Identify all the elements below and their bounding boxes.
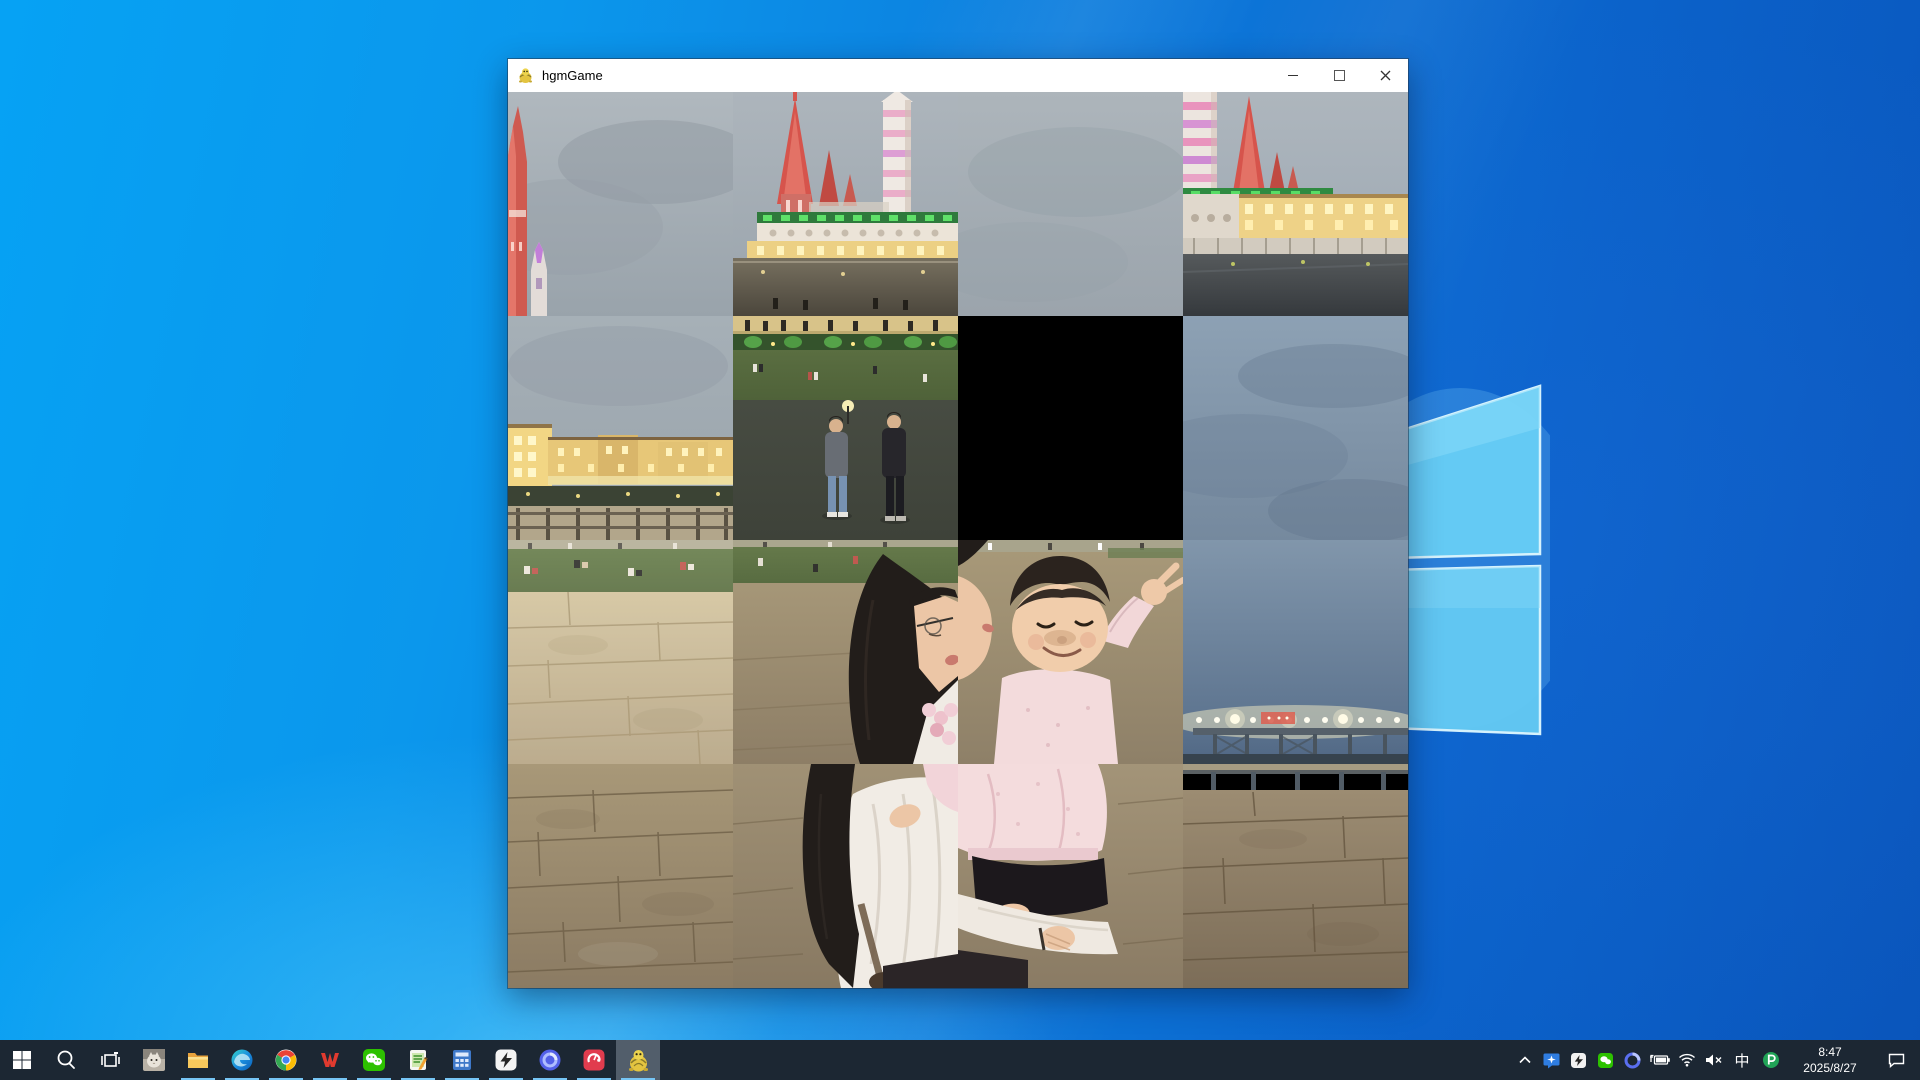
tray-lightning-app[interactable] <box>1565 1040 1592 1080</box>
file-explorer-icon <box>186 1048 210 1072</box>
sliding-puzzle-board <box>508 92 1408 988</box>
pinned-wps-office[interactable] <box>308 1040 352 1080</box>
lightning-tray-icon <box>1570 1052 1587 1069</box>
blue-star-icon <box>1543 1052 1560 1069</box>
tile-r1c1-plaza-two-people[interactable] <box>733 316 958 540</box>
notes-app-icon <box>406 1048 430 1072</box>
pinned-file-explorer[interactable] <box>176 1040 220 1080</box>
wifi-icon <box>1678 1053 1696 1067</box>
tray-battery[interactable] <box>1646 1040 1673 1080</box>
task-view-button[interactable] <box>88 1040 132 1080</box>
taskbar-python-game-active[interactable] <box>616 1040 660 1080</box>
clock-date: 2025/8/27 <box>1788 1060 1872 1076</box>
tile-r0c1-illuminated-castle[interactable] <box>733 92 958 316</box>
pinned-wechat[interactable] <box>352 1040 396 1080</box>
search-button[interactable] <box>44 1040 88 1080</box>
wechat-icon <box>362 1048 386 1072</box>
pinned-notes-app[interactable] <box>396 1040 440 1080</box>
search-icon <box>55 1049 77 1071</box>
cat-photo-icon <box>142 1048 166 1072</box>
tile-r0c0-castle-red-spire-left[interactable] <box>508 92 733 316</box>
tray-blue-ring[interactable] <box>1619 1040 1646 1080</box>
taskbar: 中 8:47 2025/8/27 <box>0 1040 1920 1080</box>
windows-start-icon <box>11 1049 33 1071</box>
red-music-icon <box>582 1048 606 1072</box>
volume-muted-icon <box>1705 1053 1723 1067</box>
chrome-icon <box>274 1048 298 1072</box>
ime-indicator[interactable]: 中 <box>1727 1050 1757 1071</box>
action-center-button[interactable] <box>1876 1040 1916 1080</box>
python-turtle-icon <box>517 67 534 84</box>
tile-r2c2-child-face-peace-sign[interactable] <box>958 540 1183 764</box>
tile-r2c0-lawn-pale-pavement[interactable] <box>508 540 733 764</box>
tile-r3c3-pier-legs-pavement[interactable] <box>1183 764 1408 988</box>
green-p-icon <box>1762 1051 1780 1069</box>
tray-blue-star-app[interactable] <box>1538 1040 1565 1080</box>
wechat-tray-icon <box>1597 1052 1614 1069</box>
pinned-calculator[interactable] <box>440 1040 484 1080</box>
tile-r0c3-castle-lit-building[interactable] <box>1183 92 1408 316</box>
task-view-icon <box>99 1049 121 1071</box>
maximize-button[interactable] <box>1316 59 1362 92</box>
tile-r3c2-child-in-pink-held[interactable] <box>958 764 1183 988</box>
pinned-lightning-music-app[interactable] <box>484 1040 528 1080</box>
hidden-icons-chevron[interactable] <box>1511 1040 1538 1080</box>
close-icon <box>1380 70 1391 81</box>
pinned-blue-ring-browser[interactable] <box>528 1040 572 1080</box>
pinned-cat-photo-app[interactable] <box>132 1040 176 1080</box>
tray-volume-muted[interactable] <box>1700 1040 1727 1080</box>
taskbar-clock[interactable]: 8:47 2025/8/27 <box>1784 1044 1876 1076</box>
tile-r3c1-woman-white-jacket[interactable] <box>733 764 958 988</box>
tile-r1c3-blue-gray-sky[interactable] <box>1183 316 1408 540</box>
lightning-app-icon <box>494 1048 518 1072</box>
pinned-red-music-app[interactable] <box>572 1040 616 1080</box>
tray-wifi[interactable] <box>1673 1040 1700 1080</box>
tile-r2c3-sky-pier-lights[interactable] <box>1183 540 1408 764</box>
start-button[interactable] <box>0 1040 44 1080</box>
tray-wechat[interactable] <box>1592 1040 1619 1080</box>
action-center-icon <box>1888 1053 1905 1068</box>
close-button[interactable] <box>1362 59 1408 92</box>
calculator-icon <box>450 1048 474 1072</box>
blue-ring-tray-icon <box>1624 1052 1641 1069</box>
python-turtle-icon <box>626 1048 651 1073</box>
pinned-edge-browser[interactable] <box>220 1040 264 1080</box>
blue-ring-icon <box>538 1048 562 1072</box>
tile-r3c0-stone-pavement[interactable] <box>508 764 733 988</box>
tray-green-p-app[interactable] <box>1757 1040 1784 1080</box>
chevron-up-icon <box>1518 1054 1532 1066</box>
title-bar[interactable]: hgmGame <box>508 59 1408 92</box>
desktop: hgmGame <box>0 0 1920 1080</box>
tile-r0c2-gray-sky[interactable] <box>958 92 1183 316</box>
window-title: hgmGame <box>542 68 1270 83</box>
wps-office-icon <box>318 1048 342 1072</box>
tile-r1c0-lit-riverfront[interactable] <box>508 316 733 540</box>
tile-r2c1-woman-head-kissing[interactable] <box>733 540 958 764</box>
edge-icon <box>230 1048 254 1072</box>
clock-time: 8:47 <box>1788 1044 1872 1060</box>
hgmgame-window: hgmGame <box>508 59 1408 988</box>
minimize-button[interactable] <box>1270 59 1316 92</box>
battery-charging-icon <box>1649 1053 1671 1067</box>
pinned-chrome-browser[interactable] <box>264 1040 308 1080</box>
tile-r1c2-empty-black[interactable] <box>958 316 1183 540</box>
